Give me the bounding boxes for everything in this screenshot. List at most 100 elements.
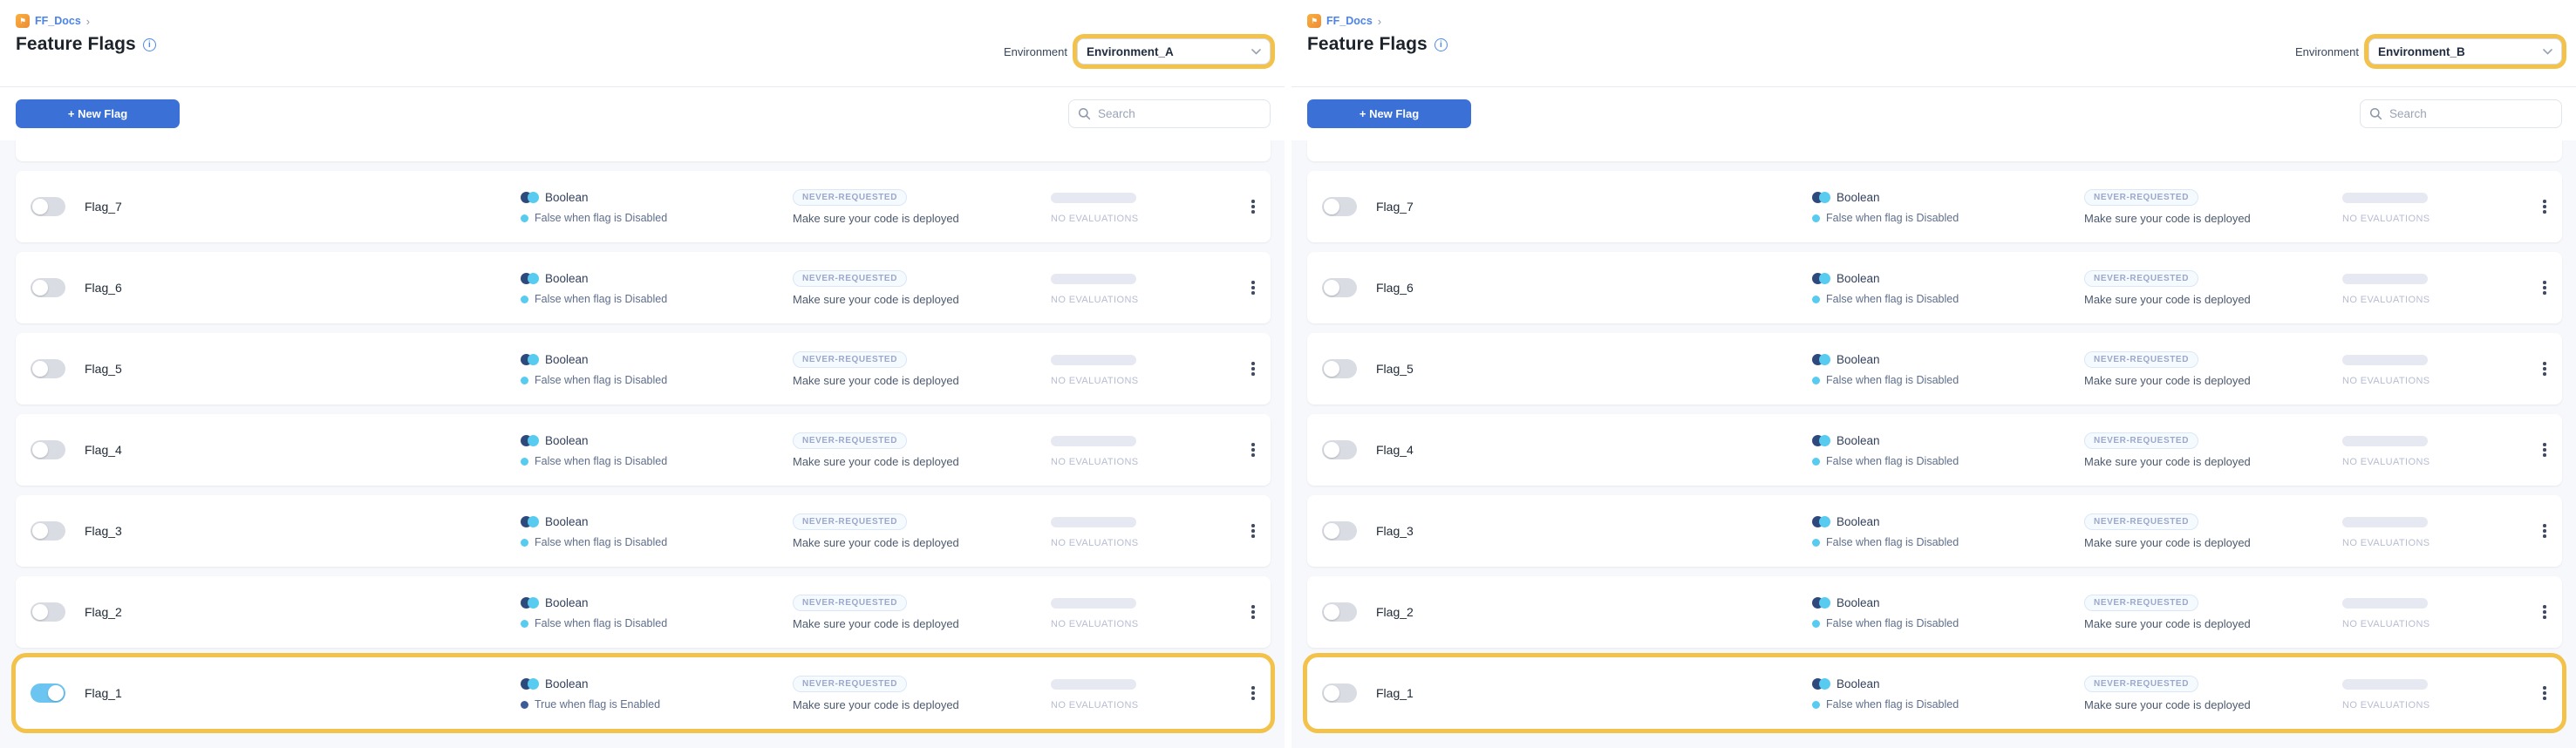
evaluations-column: NO EVALUATIONS [1051, 676, 1248, 711]
flag-name[interactable]: Flag_3 [85, 524, 521, 538]
flag-name[interactable]: Flag_3 [1376, 524, 1812, 538]
flag-toggle[interactable] [1322, 683, 1357, 703]
kebab-menu-button[interactable] [1248, 277, 1258, 298]
evaluations-label: NO EVALUATIONS [1051, 538, 1248, 548]
flag-toggle[interactable] [31, 521, 65, 541]
flag-name[interactable]: Flag_5 [85, 362, 521, 376]
flag-row[interactable]: Flag_5 Boolean False when flag is Disabl… [16, 333, 1271, 405]
flag-row[interactable]: Flag_1 Boolean True when flag is Enabled… [16, 657, 1271, 729]
evaluations-column: NO EVALUATIONS [2342, 270, 2539, 305]
default-rule-dot-icon [1812, 296, 1820, 303]
breadcrumb: ⚑ FF_Docs › [16, 14, 156, 28]
evaluations-bar [2342, 193, 2428, 203]
kebab-menu-button[interactable] [2539, 196, 2550, 217]
flag-name[interactable]: Flag_2 [1376, 605, 1812, 619]
search-input[interactable] [1098, 107, 1261, 120]
flag-row[interactable]: Flag_4 Boolean False when flag is Disabl… [16, 414, 1271, 486]
flag-toggle[interactable] [1322, 602, 1357, 622]
flag-toggle[interactable] [31, 359, 65, 378]
kebab-menu-button[interactable] [1248, 439, 1258, 460]
kebab-menu-button[interactable] [1248, 196, 1258, 217]
evaluations-column: NO EVALUATIONS [2342, 676, 2539, 711]
status-hint: Make sure your code is deployed [2084, 698, 2342, 711]
flag-row[interactable]: Flag_5 Boolean False when flag is Disabl… [1307, 333, 2562, 405]
flag-row[interactable]: Flag_3 Boolean False when flag is Disabl… [16, 495, 1271, 567]
toggle-knob [32, 361, 48, 377]
flag-name[interactable]: Flag_6 [85, 281, 521, 295]
info-icon[interactable]: i [143, 38, 156, 51]
toggle-knob [32, 523, 48, 539]
kebab-menu-button[interactable] [2539, 683, 2550, 704]
status-badge: NEVER-REQUESTED [2084, 595, 2198, 611]
breadcrumb-project-link[interactable]: FF_Docs [35, 15, 81, 27]
flag-type-column: Boolean False when flag is Disabled [521, 350, 793, 387]
kebab-menu-button[interactable] [1248, 602, 1258, 622]
flag-row[interactable]: Flag_7 Boolean False when flag is Disabl… [1307, 171, 2562, 242]
flag-type-label: Boolean [1837, 515, 1880, 528]
status-hint: Make sure your code is deployed [793, 293, 1051, 306]
evaluations-bar [1051, 598, 1136, 609]
flag-row[interactable]: Flag_1 Boolean False when flag is Disabl… [1307, 657, 2562, 729]
flag-type-label: Boolean [1837, 434, 1880, 447]
kebab-menu-button[interactable] [2539, 602, 2550, 622]
info-icon[interactable]: i [1435, 38, 1448, 51]
default-rule-text: False when flag is Disabled [1826, 536, 1959, 548]
search-input[interactable] [2389, 107, 2552, 120]
flag-row[interactable]: Flag_7 Boolean False when flag is Disabl… [16, 171, 1271, 242]
flag-toggle[interactable] [1322, 278, 1357, 297]
flag-name[interactable]: Flag_6 [1376, 281, 1812, 295]
kebab-menu-button[interactable] [2539, 439, 2550, 460]
search-box[interactable] [2360, 99, 2562, 128]
breadcrumb-project-link[interactable]: FF_Docs [1326, 15, 1373, 27]
status-badge: NEVER-REQUESTED [793, 189, 907, 206]
flag-name[interactable]: Flag_7 [85, 200, 521, 214]
page-title: Feature Flags [16, 34, 136, 55]
kebab-menu-button[interactable] [1248, 520, 1258, 541]
flag-toggle[interactable] [1322, 197, 1357, 216]
default-rule-dot-icon [521, 620, 528, 628]
boolean-type-icon [521, 354, 539, 365]
flag-name[interactable]: Flag_4 [85, 443, 521, 457]
default-rule-text: False when flag is Disabled [535, 293, 667, 305]
flag-toggle[interactable] [1322, 521, 1357, 541]
status-hint: Make sure your code is deployed [793, 374, 1051, 387]
kebab-menu-button[interactable] [2539, 358, 2550, 379]
kebab-menu-button[interactable] [2539, 277, 2550, 298]
flag-name[interactable]: Flag_5 [1376, 362, 1812, 376]
flag-toggle[interactable] [31, 602, 65, 622]
kebab-menu-button[interactable] [2539, 520, 2550, 541]
boolean-type-icon [1812, 678, 1830, 690]
flag-toggle[interactable] [1322, 359, 1357, 378]
default-rule-text: False when flag is Disabled [1826, 617, 1959, 629]
flag-row[interactable]: Flag_2 Boolean False when flag is Disabl… [1307, 576, 2562, 648]
new-flag-button[interactable]: + New Flag [1307, 99, 1471, 128]
flag-toggle[interactable] [31, 683, 65, 703]
default-rule-text: False when flag is Disabled [535, 212, 667, 224]
flag-name[interactable]: Flag_1 [1376, 686, 1812, 700]
environment-select[interactable]: Environment_A [1077, 38, 1271, 65]
flag-toggle[interactable] [31, 440, 65, 459]
flag-row[interactable]: Flag_4 Boolean False when flag is Disabl… [1307, 414, 2562, 486]
new-flag-button[interactable]: + New Flag [16, 99, 180, 128]
boolean-type-icon [1812, 354, 1830, 365]
flag-type-column: Boolean False when flag is Disabled [1812, 269, 2084, 306]
environment-select[interactable]: Environment_B [2368, 38, 2562, 65]
kebab-menu-button[interactable] [1248, 683, 1258, 704]
flag-row[interactable]: Flag_6 Boolean False when flag is Disabl… [16, 252, 1271, 323]
kebab-menu-button[interactable] [1248, 358, 1258, 379]
flag-toggle[interactable] [1322, 440, 1357, 459]
search-box[interactable] [1068, 99, 1271, 128]
breadcrumb-chevron-icon: › [86, 15, 90, 28]
flag-name[interactable]: Flag_4 [1376, 443, 1812, 457]
flag-toggle[interactable] [31, 278, 65, 297]
flag-toggle[interactable] [31, 197, 65, 216]
flag-name[interactable]: Flag_1 [85, 686, 521, 700]
evaluations-label: NO EVALUATIONS [1051, 457, 1248, 467]
boolean-type-icon [1812, 273, 1830, 284]
flag-row[interactable]: Flag_6 Boolean False when flag is Disabl… [1307, 252, 2562, 323]
flag-row[interactable]: Flag_2 Boolean False when flag is Disabl… [16, 576, 1271, 648]
flag-name[interactable]: Flag_7 [1376, 200, 1812, 214]
flag-status-column: NEVER-REQUESTED Make sure your code is d… [2084, 188, 2342, 225]
flag-name[interactable]: Flag_2 [85, 605, 521, 619]
flag-row[interactable]: Flag_3 Boolean False when flag is Disabl… [1307, 495, 2562, 567]
